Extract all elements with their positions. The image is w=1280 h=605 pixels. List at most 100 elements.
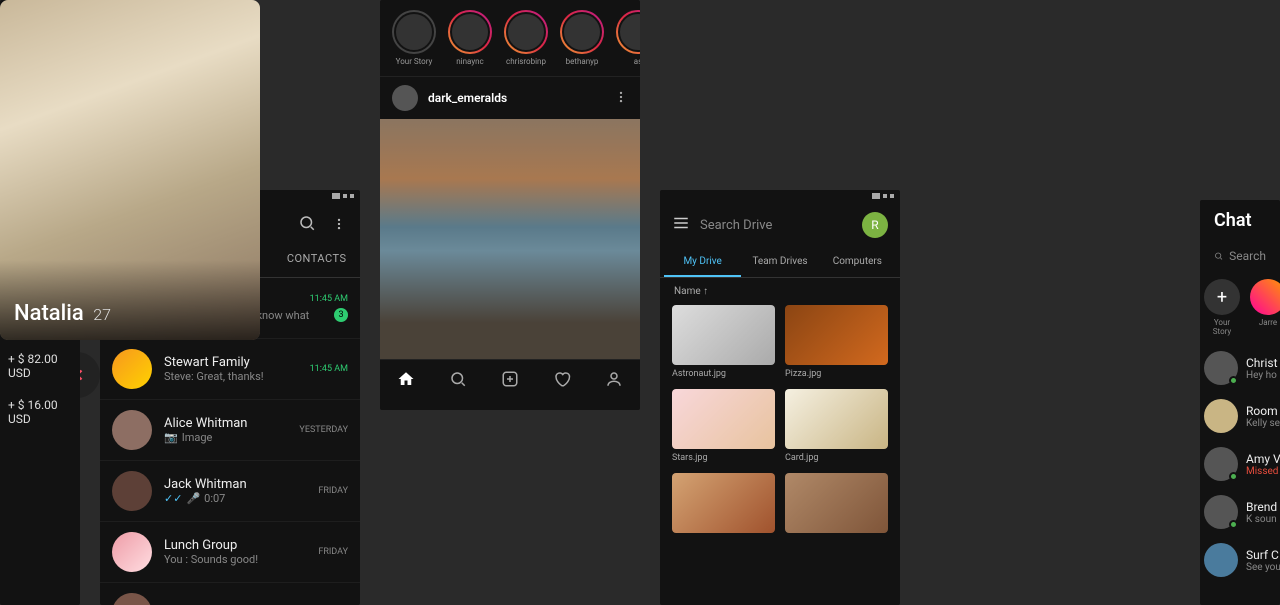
file-name: Pizza.jpg	[785, 369, 888, 379]
drive-screen: Search Drive R My Drive Team Drives Comp…	[660, 190, 900, 605]
profile-icon[interactable]	[605, 370, 623, 392]
chat-preview: 📷Image	[164, 431, 299, 444]
chat-row[interactable]: Stewart FamilySteve: Great, thanks! 11:4…	[100, 339, 360, 400]
profile-card[interactable]: Natalia 27	[0, 0, 260, 340]
file-name: Stars.jpg	[672, 453, 775, 463]
file-grid: Astronaut.jpg Pizza.jpg Stars.jpg Card.j…	[660, 305, 900, 533]
camera-icon: 📷	[164, 431, 178, 444]
search-input[interactable]: Search Drive	[700, 218, 852, 233]
chat-preview: Kelly se	[1246, 418, 1280, 429]
story-item[interactable]: bethanyp	[560, 10, 604, 66]
story-item[interactable]: chrisrobinp	[504, 10, 548, 66]
mic-icon: 🎤	[186, 492, 200, 505]
more-icon[interactable]	[614, 89, 628, 108]
chat-time: 11:45 AM	[310, 364, 348, 374]
drive-tabs: My Drive Team Drives Computers	[660, 248, 900, 278]
search-icon[interactable]	[298, 214, 316, 236]
chat-preview: K soun	[1246, 514, 1277, 525]
account-avatar[interactable]: R	[862, 212, 888, 238]
heart-icon[interactable]	[553, 370, 571, 392]
chat-row[interactable]: Amy VMissed	[1200, 440, 1280, 488]
chat-row[interactable]: Surf CSee you	[1200, 536, 1280, 584]
add-icon[interactable]	[501, 370, 519, 392]
story-name: bethanyp	[560, 57, 604, 66]
post-header: dark_emeralds	[380, 76, 640, 119]
story-item[interactable]: ninaync	[448, 10, 492, 66]
file-name: Astronaut.jpg	[672, 369, 775, 379]
file-name: Card.jpg	[785, 453, 888, 463]
chat-row[interactable]: ChristHey ho	[1200, 344, 1280, 392]
amount-row: + $ 82.00 USD	[0, 346, 80, 386]
stories-row: Your Story ninaync chrisrobinp bethanyp …	[380, 0, 640, 76]
chat-name: Room	[1246, 404, 1280, 418]
chat-preview: See you	[1246, 562, 1280, 573]
chat-row[interactable]: BrendK soun	[1200, 488, 1280, 536]
chat-preview: ✓✓🎤0:07	[164, 492, 318, 505]
story-name: chrisrobinp	[504, 57, 548, 66]
file-item[interactable]	[672, 473, 775, 533]
chat-stories: +Your Story Jarre	[1200, 271, 1280, 344]
post-username[interactable]: dark_emeralds	[428, 91, 614, 105]
chat-name: Alice Whitman	[164, 416, 299, 431]
story-name: as	[616, 57, 640, 66]
chat-row[interactable]: Jane Pearson FRIDAY	[100, 583, 360, 605]
check-icon: ✓✓	[164, 492, 182, 505]
amount-row: + $ 16.00 USD	[0, 392, 80, 432]
avatar	[112, 593, 152, 605]
instagram-screen: Your Story ninaync chrisrobinp bethanyp …	[380, 0, 640, 410]
chat-preview: You : Sounds good!	[164, 553, 318, 566]
file-item[interactable]: Pizza.jpg	[785, 305, 888, 379]
chat-title: Chat	[1200, 200, 1280, 241]
story-item[interactable]: as	[616, 10, 640, 66]
chat-row[interactable]: RoomKelly se	[1200, 392, 1280, 440]
tab-computers[interactable]: Computers	[819, 248, 896, 277]
file-item[interactable]: Card.jpg	[785, 389, 888, 463]
post-image[interactable]	[380, 119, 640, 359]
tab-team-drives[interactable]: Team Drives	[741, 248, 818, 277]
search-icon[interactable]	[449, 370, 467, 392]
chat-preview: Missed	[1246, 466, 1280, 477]
status-bar	[660, 190, 900, 202]
file-item[interactable]	[785, 473, 888, 533]
chat-time: 11:45 AM	[310, 294, 348, 304]
chat-time: FRIDAY	[318, 547, 348, 557]
avatar	[112, 471, 152, 511]
chat-time: FRIDAY	[318, 486, 348, 496]
bottom-nav	[380, 359, 640, 402]
chat-row[interactable]: Alice Whitman📷Image YESTERDAY	[100, 400, 360, 461]
avatar[interactable]	[392, 85, 418, 111]
avatar	[112, 410, 152, 450]
profile-age: 27	[93, 305, 111, 324]
file-item[interactable]: Stars.jpg	[672, 389, 775, 463]
chat-name: Stewart Family	[164, 355, 310, 370]
your-story-button[interactable]: +Your Story	[1204, 279, 1240, 336]
file-item[interactable]: Astronaut.jpg	[672, 305, 775, 379]
chat-row[interactable]: Lunch GroupYou : Sounds good! FRIDAY	[100, 522, 360, 583]
chat-name: Christ	[1246, 356, 1278, 370]
chat-name: Jack Whitman	[164, 477, 318, 492]
tab-contacts[interactable]: CONTACTS	[273, 242, 360, 277]
chat-screen: Chat Search +Your Story Jarre ChristHey …	[1200, 200, 1280, 605]
story-item[interactable]: Jarre	[1250, 279, 1280, 336]
avatar	[112, 532, 152, 572]
chat-row[interactable]: Jack Whitman✓✓🎤0:07 FRIDAY	[100, 461, 360, 522]
chat-preview: Hey ho	[1246, 370, 1278, 381]
chat-name: Brend	[1246, 500, 1277, 514]
profile-name: Natalia 27	[14, 301, 111, 326]
chat-time: YESTERDAY	[299, 425, 348, 435]
story-name: ninaync	[448, 57, 492, 66]
sort-toggle[interactable]: Name ↑	[660, 278, 900, 305]
home-icon[interactable]	[397, 370, 415, 392]
story-name: Your Story	[392, 57, 436, 66]
chat-name: Surf C	[1246, 548, 1280, 562]
menu-icon[interactable]	[672, 214, 690, 236]
unread-badge: 3	[334, 308, 348, 322]
more-icon[interactable]	[332, 216, 346, 235]
avatar	[112, 349, 152, 389]
tab-my-drive[interactable]: My Drive	[664, 248, 741, 277]
chat-name: Amy V	[1246, 452, 1280, 466]
chat-preview: Steve: Great, thanks!	[164, 370, 310, 383]
story-item[interactable]: Your Story	[392, 10, 436, 66]
plus-icon: +	[1204, 279, 1240, 315]
search-input[interactable]: Search	[1200, 241, 1280, 271]
